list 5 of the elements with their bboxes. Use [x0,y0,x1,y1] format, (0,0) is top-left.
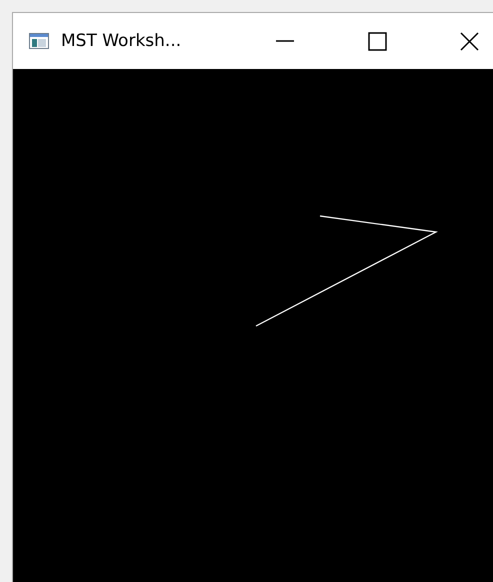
minimize-icon [276,40,294,42]
window-title: MST Worksh... [61,31,182,51]
app-icon [29,33,49,49]
maximize-icon [368,32,386,50]
close-icon [460,32,478,50]
